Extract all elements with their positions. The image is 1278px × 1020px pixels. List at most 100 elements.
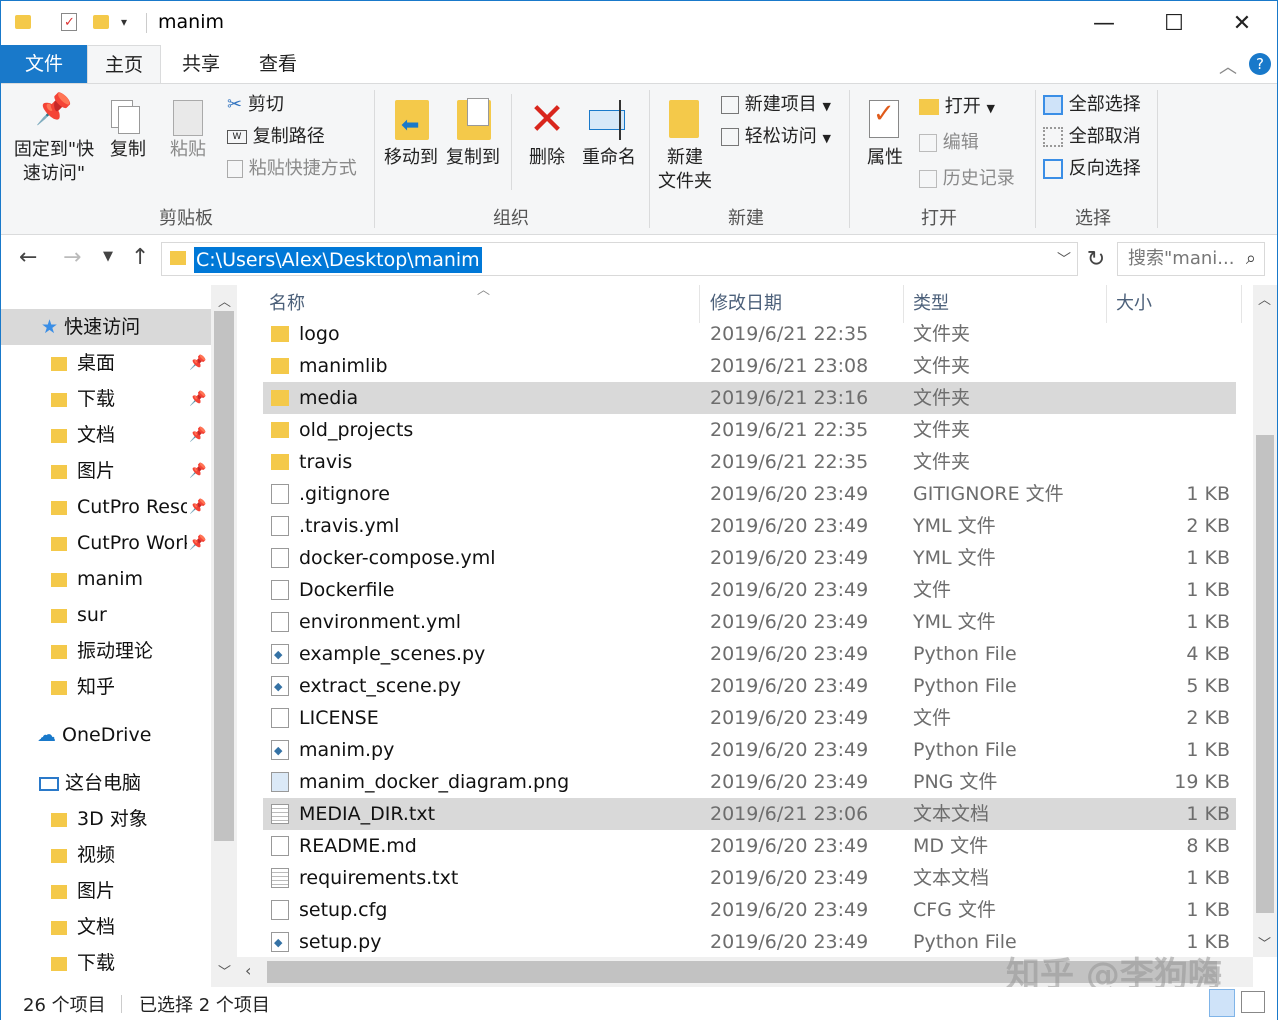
nav-quick-access[interactable]: ★ 快速访问 [41, 309, 140, 345]
maximize-button[interactable]: ☐ [1139, 1, 1209, 45]
select-none-button[interactable]: 全部取消 [1043, 122, 1141, 152]
invert-selection-button[interactable]: 反向选择 [1043, 154, 1141, 184]
delete-button[interactable]: ✕ 删除 [519, 98, 575, 170]
nav-onedrive[interactable]: ☁ OneDrive [37, 717, 151, 753]
tab-share[interactable]: 共享 [165, 45, 237, 83]
column-header-type[interactable]: 类型 [913, 289, 949, 315]
file-row[interactable]: Dockerfile 2019/6/20 23:49 文件 1 KB [263, 574, 1236, 606]
pin-to-quick-access-button[interactable]: 📌 固定到"快 速访问" [9, 95, 99, 186]
paste-button[interactable]: 粘贴 [161, 98, 215, 162]
nav-item[interactable]: 桌面 [51, 345, 115, 381]
nav-pc-item[interactable]: 视频 [51, 837, 115, 873]
scroll-down-icon[interactable]: ﹀ [1258, 933, 1271, 952]
file-list-scrollbar[interactable]: ︿ ﹀ [1253, 285, 1277, 957]
tab-view[interactable]: 查看 [241, 45, 315, 83]
properties-button[interactable]: ✓ 属性 [857, 98, 913, 170]
pin-icon[interactable]: 📌 [189, 453, 206, 489]
file-row[interactable]: old_projects 2019/6/21 22:35 文件夹 [263, 414, 1236, 446]
pin-icon[interactable]: 📌 [189, 489, 206, 525]
recent-locations-icon[interactable]: ▼ [103, 249, 113, 264]
file-row[interactable]: media 2019/6/21 23:16 文件夹 [263, 382, 1236, 414]
file-row[interactable]: README.md 2019/6/20 23:49 MD 文件 8 KB [263, 830, 1236, 862]
copy-path-button[interactable]: W 复制路径 [227, 122, 325, 152]
file-row[interactable]: MEDIA_DIR.txt 2019/6/21 23:06 文本文档 1 KB [263, 798, 1236, 830]
tab-file[interactable]: 文件 [1, 45, 87, 83]
properties-quick-icon[interactable]: ✓ [59, 11, 79, 33]
nav-pc-item[interactable]: 文档 [51, 909, 115, 945]
file-row[interactable]: travis 2019/6/21 22:35 文件夹 [263, 446, 1236, 478]
column-header-size[interactable]: 大小 [1116, 289, 1152, 315]
paste-shortcut-button[interactable]: 粘贴快捷方式 [227, 154, 357, 184]
scroll-down-icon[interactable]: ﹀ [218, 961, 231, 980]
file-row[interactable]: .gitignore 2019/6/20 23:49 GITIGNORE 文件 1 K… [263, 478, 1236, 510]
large-icons-view-icon[interactable] [1241, 991, 1265, 1013]
file-row[interactable]: manimlib 2019/6/21 23:08 文件夹 [263, 350, 1236, 382]
details-view-icon[interactable] [1209, 989, 1235, 1017]
new-item-button[interactable]: 新建项目 ▼ [721, 90, 831, 120]
search-input[interactable]: 搜索"mani... ⌕ [1117, 242, 1265, 276]
nav-item[interactable]: sur [51, 597, 107, 633]
column-header-name[interactable]: 名称 [269, 289, 305, 315]
nav-scroll-thumb[interactable] [214, 311, 234, 841]
pin-icon[interactable]: 📌 [189, 417, 206, 453]
help-icon[interactable]: ? [1249, 53, 1271, 75]
easy-access-button[interactable]: 轻松访问 ▼ [721, 122, 831, 152]
copy-button[interactable]: 复制 [101, 98, 155, 162]
back-arrow-icon[interactable]: ← [19, 245, 37, 270]
refresh-icon[interactable]: ↻ [1081, 243, 1111, 277]
nav-item[interactable]: manim [51, 561, 143, 597]
move-to-button[interactable]: ⬅ 移动到 [381, 98, 441, 170]
pin-icon[interactable]: 📌 [189, 381, 206, 417]
scroll-up-icon[interactable]: ︿ [218, 291, 231, 310]
nav-item[interactable]: 图片 [51, 453, 115, 489]
file-row[interactable]: .travis.yml 2019/6/20 23:49 YML 文件 2 KB [263, 510, 1236, 542]
nav-item[interactable]: 文档 [51, 417, 115, 453]
column-header-date[interactable]: 修改日期 [710, 289, 782, 315]
nav-item[interactable]: 振动理论 [51, 633, 153, 669]
nav-item[interactable]: 下载 [51, 381, 115, 417]
file-row[interactable]: ◆ extract_scene.py 2019/6/20 23:49 Python F… [263, 670, 1236, 702]
minimize-button[interactable]: — [1069, 1, 1139, 45]
file-row[interactable]: LICENSE 2019/6/20 23:49 文件 2 KB [263, 702, 1236, 734]
file-row[interactable]: manim_docker_diagram.png 2019/6/20 23:49 P… [263, 766, 1236, 798]
file-row[interactable]: ◆ example_scenes.py 2019/6/20 23:49 Python … [263, 638, 1236, 670]
pin-icon[interactable]: 📌 [189, 345, 206, 381]
new-folder-quick-icon[interactable] [91, 11, 111, 33]
cut-button[interactable]: ✂ 剪切 [227, 90, 284, 120]
address-dropdown-icon[interactable]: ﹀ [1057, 249, 1071, 269]
pin-icon[interactable]: 📌 [189, 525, 206, 561]
nav-item[interactable]: CutPro Work [51, 525, 187, 561]
up-arrow-icon[interactable]: ↑ [131, 245, 149, 270]
file-scroll-thumb[interactable] [1256, 435, 1274, 913]
nav-item[interactable]: CutPro Reso [51, 489, 187, 525]
forward-arrow-icon[interactable]: → [63, 245, 81, 270]
file-row[interactable]: setup.cfg 2019/6/20 23:49 CFG 文件 1 KB [263, 894, 1236, 926]
nav-pc-item[interactable]: 图片 [51, 873, 115, 909]
file-row[interactable]: requirements.txt 2019/6/20 23:49 文本文档 1 KB [263, 862, 1236, 894]
new-folder-button[interactable]: 新建 文件夹 [653, 98, 717, 194]
address-path[interactable]: C:\Users\Alex\Desktop\manim [194, 247, 482, 273]
nav-pc-item[interactable]: 下载 [51, 945, 115, 981]
history-button[interactable]: 历史记录 [919, 164, 1015, 194]
copy-to-button[interactable]: 复制到 [443, 98, 503, 170]
scroll-up-icon[interactable]: ︿ [1258, 289, 1271, 308]
file-row[interactable]: environment.yml 2019/6/20 23:49 YML 文件 1 KB [263, 606, 1236, 638]
file-row[interactable]: docker-compose.yml 2019/6/20 23:49 YML 文件 1… [263, 542, 1236, 574]
select-all-button[interactable]: 全部选择 [1043, 90, 1141, 120]
nav-pc-item[interactable]: 3D 对象 [51, 801, 148, 837]
nav-item[interactable]: 知乎 [51, 669, 115, 705]
edit-button[interactable]: 编辑 [919, 128, 979, 158]
file-row[interactable]: logo 2019/6/21 22:35 文件夹 [263, 318, 1236, 350]
nav-scrollbar[interactable]: ︿ ﹀ [211, 285, 237, 987]
python-file-icon: ◆ [271, 676, 289, 696]
open-button[interactable]: 打开 ▼ [919, 92, 995, 122]
file-row[interactable]: ◆ manim.py 2019/6/20 23:49 Python File 1 KB [263, 734, 1236, 766]
collapse-ribbon-icon[interactable]: ︿ [1219, 53, 1237, 79]
customize-quick-access-icon[interactable]: ▾ [121, 11, 141, 33]
rename-button[interactable]: 重命名 [579, 98, 639, 170]
close-button[interactable]: ✕ [1207, 1, 1277, 45]
scroll-left-icon[interactable]: ‹ [245, 961, 251, 980]
tab-home[interactable]: 主页 [87, 45, 161, 84]
nav-this-pc[interactable]: 这台电脑 [39, 765, 141, 801]
address-bar[interactable]: C:\Users\Alex\Desktop\manim ﹀ [161, 242, 1078, 276]
